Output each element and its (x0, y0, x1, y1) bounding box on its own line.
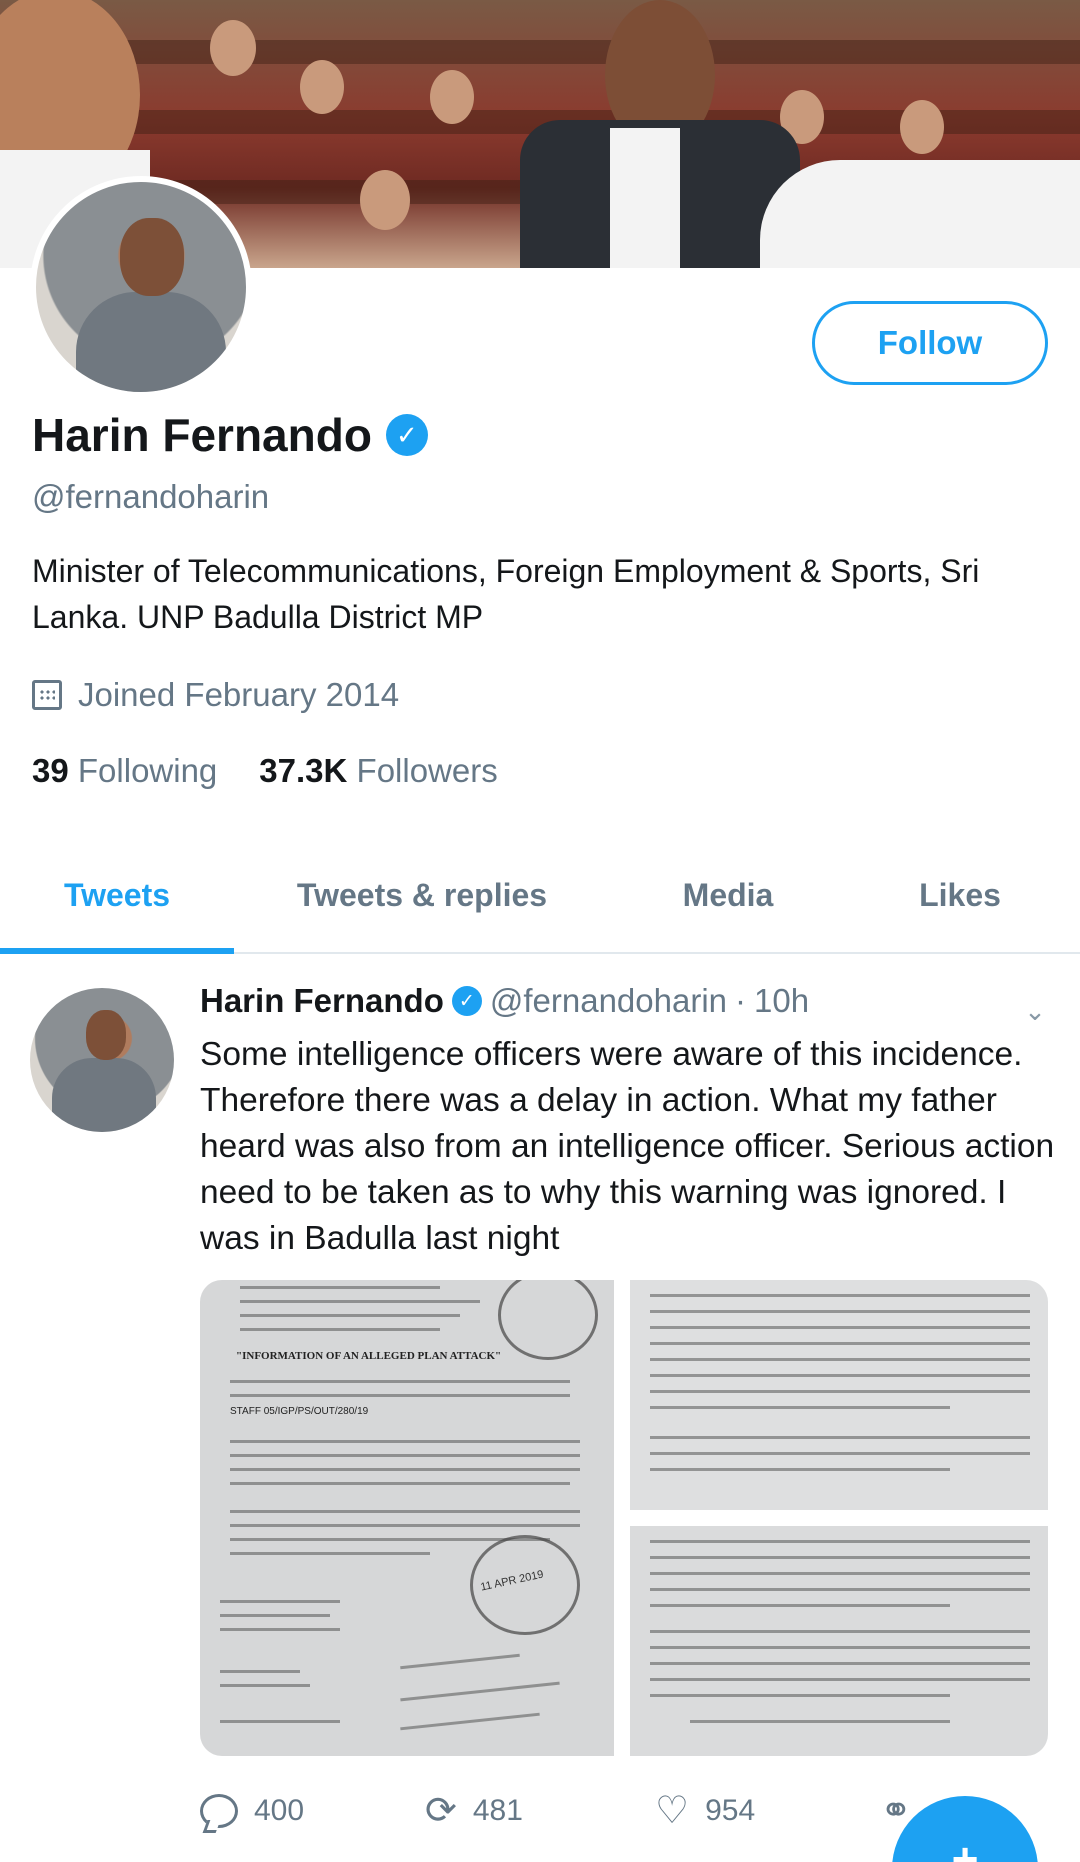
reply-count: 400 (254, 1794, 305, 1827)
retweet-icon: ⟳ (425, 1790, 457, 1832)
joined-date: Joined February 2014 (32, 676, 399, 714)
profile-avatar[interactable] (30, 176, 252, 398)
profile-name: Harin Fernando (32, 409, 372, 461)
tweet-author-name[interactable]: Harin Fernando (200, 982, 444, 1020)
document-reference: STAFF 05/IGP/PS/OUT/280/19 (230, 1406, 369, 1417)
active-tab-indicator (0, 948, 234, 954)
like-button[interactable]: ♡ 954 (655, 1792, 755, 1830)
profile-name-row: Harin Fernando ✓ (32, 408, 428, 462)
profile-bio: Minister of Telecommunications, Foreign … (32, 553, 980, 635)
verified-badge-icon: ✓ (385, 414, 428, 456)
following-label: Following (77, 752, 218, 789)
tweet-header: Harin Fernando ✓ @fernandoharin · 10h (200, 982, 809, 1020)
follow-button[interactable]: Follow (812, 301, 1048, 385)
verified-badge-icon: ✓ (451, 986, 482, 1016)
tab-tweets-and-replies[interactable]: Tweets & replies (250, 840, 594, 950)
following-count: 39 (32, 752, 69, 789)
tweet-separator-dot: · (735, 982, 747, 1019)
followers-count: 37.3K (259, 752, 348, 789)
tweet-author-handle[interactable]: @fernandoharin (490, 982, 727, 1020)
tweet-media-grid[interactable]: "INFORMATION OF AN ALLEGED PLAN ATTACK" … (200, 1280, 1048, 1756)
tab-tweets[interactable]: Tweets (0, 840, 234, 950)
calendar-icon (32, 680, 62, 710)
tweet-timestamp[interactable]: 10h (754, 982, 809, 1020)
retweet-button[interactable]: ⟳ 481 (425, 1792, 523, 1830)
reply-icon (200, 1794, 238, 1828)
tab-likes[interactable]: Likes (860, 840, 1060, 950)
joined-text: Joined February 2014 (78, 676, 400, 713)
tweet-text: Some intelligence officers were aware of… (200, 1036, 1055, 1257)
profile-tabs: Tweets Tweets & replies Media Likes (0, 840, 1080, 954)
document-heading: "INFORMATION OF AN ALLEGED PLAN ATTACK" (236, 1350, 502, 1362)
profile-handle: @fernandoharin (32, 478, 270, 515)
tweet-actions: 400 ⟳ 481 ♡ 954 ⚭ (200, 1786, 960, 1836)
followers-label: Followers (356, 752, 498, 789)
tweet-image-document-1[interactable]: "INFORMATION OF AN ALLEGED PLAN ATTACK" … (200, 1280, 614, 1756)
retweet-count: 481 (472, 1794, 523, 1827)
tweet-image-document-3[interactable] (630, 1526, 1048, 1756)
compose-icon: + (951, 1833, 979, 1862)
following-link[interactable]: 39 Following (32, 752, 217, 790)
tweet-image-document-2[interactable] (630, 1280, 1048, 1510)
reply-button[interactable]: 400 (200, 1794, 304, 1828)
chevron-down-icon[interactable]: ⌄ (1016, 996, 1054, 1026)
follow-stats: 39 Following 37.3K Followers (32, 752, 498, 790)
heart-icon: ♡ (655, 1790, 690, 1832)
followers-link[interactable]: 37.3K Followers (259, 752, 497, 790)
tweet-avatar[interactable] (30, 988, 174, 1132)
like-count: 954 (705, 1794, 756, 1827)
tab-media[interactable]: Media (620, 840, 836, 950)
